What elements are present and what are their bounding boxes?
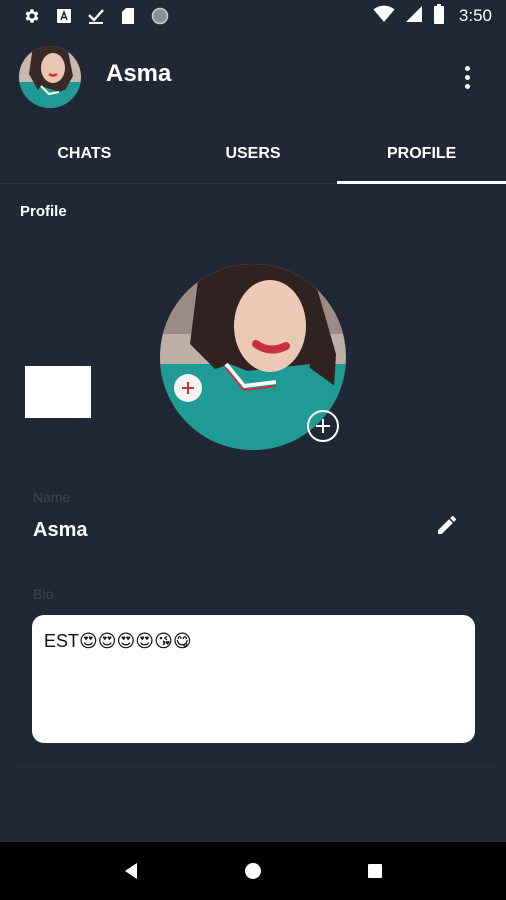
divider [14,766,494,767]
back-icon[interactable] [111,851,151,891]
edit-name-icon[interactable] [432,510,462,540]
bio-field[interactable]: EST😍😍😍😍😘😋 [32,615,475,743]
tab-chats[interactable]: CHATS [0,124,169,183]
more-vert-icon[interactable] [452,62,482,92]
cell-signal-icon [405,5,423,28]
tab-users[interactable]: USERS [169,124,338,183]
bio-value: EST😍😍😍😍😘😋 [44,631,192,651]
status-right-icons: 3:50 [373,3,492,29]
wifi-icon [373,5,395,28]
tab-bar: CHATS USERS PROFILE [0,124,506,184]
app-bar: Asma [0,32,506,122]
navigation-bar [0,842,506,900]
translate-icon [54,6,74,26]
download-done-icon [86,6,106,26]
tab-profile[interactable]: PROFILE [337,124,506,184]
status-bar: 3:50 [0,0,506,32]
recents-icon[interactable] [355,851,395,891]
name-label: Name [33,489,71,505]
avatar[interactable] [19,46,81,108]
circle-icon [150,6,170,26]
status-left-icons [22,6,170,26]
status-time: 3:50 [458,6,492,25]
section-title: Profile [20,203,67,220]
name-value: Asma [33,519,88,541]
battery-icon [433,3,445,29]
home-icon[interactable] [233,851,273,891]
app-title: Asma [106,60,172,87]
settings-icon [22,6,42,26]
bio-label: Bio [33,586,54,602]
sd-card-icon [118,6,138,26]
placeholder-box [25,366,91,418]
add-photo-icon[interactable] [307,410,339,442]
